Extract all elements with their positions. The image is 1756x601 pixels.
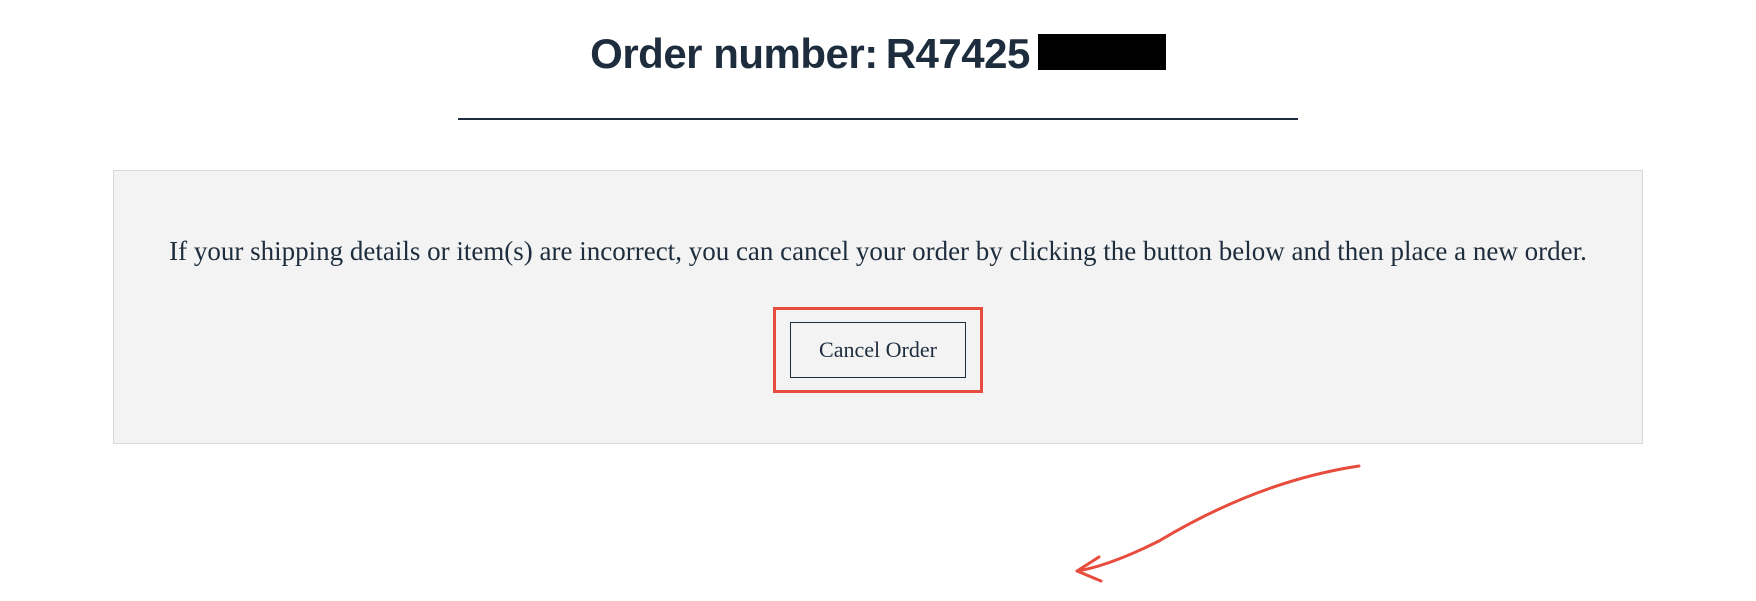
divider-line: [458, 118, 1298, 120]
cancel-order-button[interactable]: Cancel Order: [790, 322, 966, 378]
order-label: Order number:: [590, 30, 878, 78]
order-number-title: Order number: R47425: [590, 30, 1166, 78]
redaction-block: [1038, 34, 1166, 70]
cancel-order-instructions: If your shipping details or item(s) are …: [144, 226, 1612, 277]
order-number-value: R47425: [886, 30, 1030, 78]
order-header: Order number: R47425: [20, 30, 1736, 78]
arrow-annotation-icon: [1059, 461, 1379, 601]
highlight-annotation-box: Cancel Order: [773, 307, 983, 393]
cancel-order-panel: If your shipping details or item(s) are …: [113, 170, 1643, 444]
